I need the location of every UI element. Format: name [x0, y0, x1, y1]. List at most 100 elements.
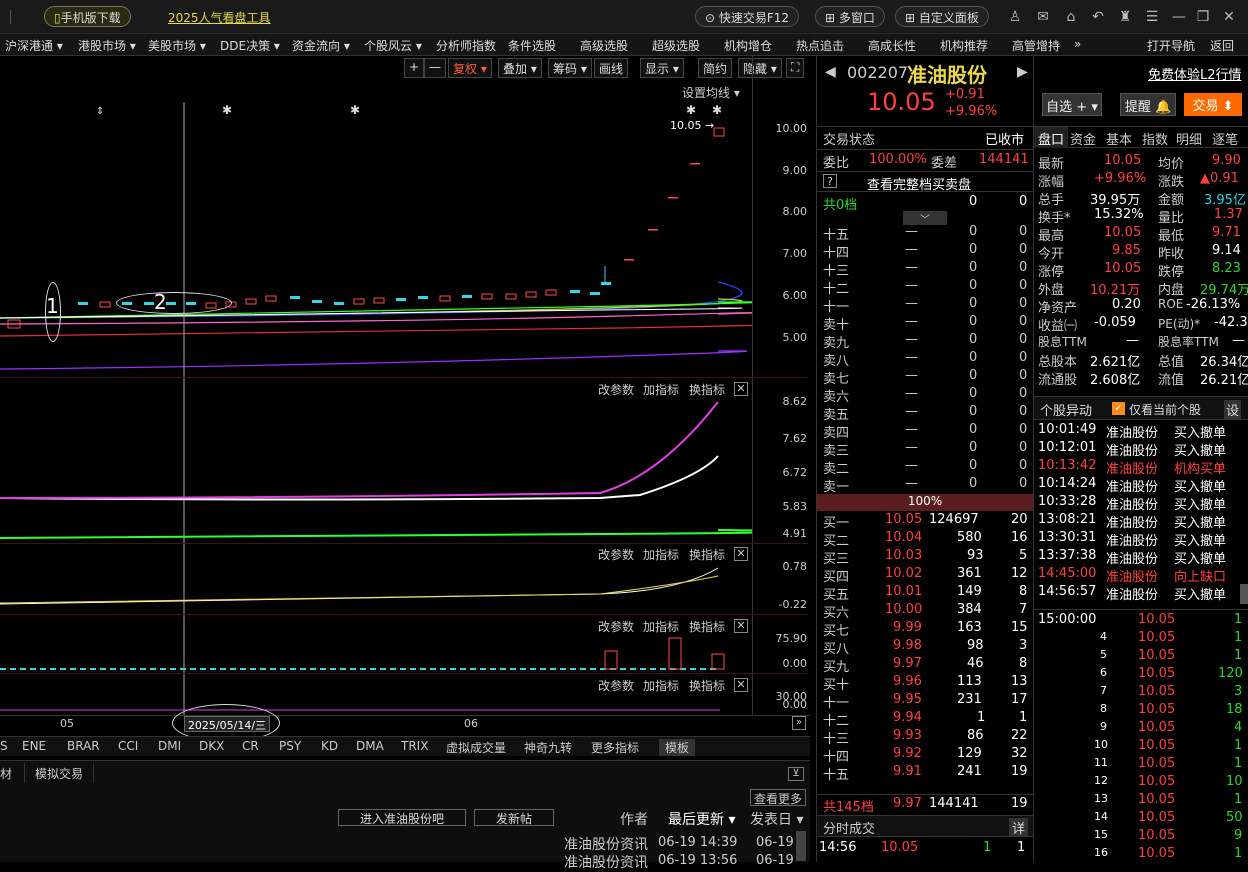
add-indicator-link[interactable]: 加指标 — [643, 677, 679, 694]
swap-indicator-link[interactable]: 换指标 — [689, 618, 725, 635]
abnormal-row[interactable]: 13:08:21 准油股份 买入撤单 — [1034, 512, 1248, 531]
abnormal-row[interactable]: 10:14:24 准油股份 买入撤单 — [1034, 476, 1248, 495]
bottom-tab[interactable]: 材 — [0, 765, 12, 782]
abnormal-row[interactable]: 10:12:01 准油股份 买入撤单 — [1034, 440, 1248, 459]
settings-button[interactable]: 设 — [1224, 400, 1242, 419]
close-panel-icon[interactable]: ✕ — [734, 678, 748, 692]
scrollbar[interactable] — [796, 831, 806, 861]
close-panel-icon[interactable]: ✕ — [734, 547, 748, 561]
tab-zhishu[interactable]: 指数 — [1142, 129, 1168, 148]
add-indicator-link[interactable]: 加指标 — [643, 546, 679, 563]
custom-panel-button[interactable]: ⊞ 自定义面板 — [895, 6, 989, 27]
expand-book-icon[interactable]: ﹀ — [903, 211, 947, 226]
swap-indicator-link[interactable]: 换指标 — [689, 381, 725, 398]
indicator-tab[interactable]: CCI — [118, 739, 138, 753]
abnormal-row[interactable]: 14:56:57 准油股份 买入撤单 — [1034, 584, 1248, 603]
menu-item[interactable]: 资金流向 ▾ — [292, 37, 350, 54]
indicator-tab[interactable]: DMI — [158, 739, 181, 753]
indicator-tab[interactable]: S — [0, 739, 8, 753]
menu-item[interactable]: 机构推荐 — [940, 37, 988, 54]
new-post-button[interactable]: 发新帖 — [474, 809, 554, 826]
tab-jiben[interactable]: 基本 — [1106, 129, 1132, 148]
full-book-link[interactable]: 查看完整档买卖盘 — [867, 174, 971, 193]
menu-item[interactable]: DDE决策 ▾ — [220, 37, 280, 54]
minimize-icon[interactable]: — — [1170, 8, 1188, 26]
help-icon[interactable]: ? — [823, 174, 837, 188]
close-panel-icon[interactable]: ✕ — [734, 619, 748, 633]
published-header[interactable]: 发表日 ▾ — [750, 809, 803, 829]
ad-link[interactable]: 2025人气看盘工具 — [168, 9, 271, 26]
indicator-tab[interactable]: 更多指标 — [591, 739, 639, 756]
menu-item[interactable]: 美股市场 ▾ — [148, 37, 206, 54]
skin-icon[interactable]: ♜ — [1116, 8, 1134, 26]
menu-icon[interactable]: ☰ — [1143, 8, 1161, 26]
user-icon[interactable]: ♙ — [1006, 8, 1024, 26]
sim-trade-tab[interactable]: 模拟交易 — [24, 763, 95, 783]
indicator-tab[interactable]: KD — [321, 739, 338, 753]
indicator-tab[interactable]: CR — [242, 739, 259, 753]
menu-item[interactable]: 高成长性 — [868, 37, 916, 54]
add-watchlist-button[interactable]: 自选 + ▾ — [1042, 93, 1102, 116]
scroll-right-icon[interactable]: » — [792, 716, 806, 730]
menu-item[interactable]: 热点追击 — [796, 37, 844, 54]
template-tab[interactable]: 模板 — [659, 739, 696, 756]
back-link[interactable]: 返回 — [1210, 37, 1234, 54]
indicator-tab[interactable]: PSY — [279, 739, 301, 753]
menu-item[interactable]: 超级选股 — [652, 37, 700, 54]
abnormal-row[interactable]: 10:33:28 准油股份 买入撤单 — [1034, 494, 1248, 513]
view-more-button[interactable]: 查看更多 — [750, 789, 807, 806]
free-l2-link[interactable]: 免费体验L2行情 — [1148, 64, 1242, 83]
full-book-row[interactable]: ? 查看完整档买卖盘 — [817, 171, 1033, 193]
restore-icon[interactable]: ❐ — [1194, 8, 1212, 26]
multi-window-button[interactable]: ⊞ 多窗口 — [815, 6, 885, 27]
collapse-icon[interactable]: ⊻ — [788, 767, 804, 781]
indicator-tab[interactable]: 神奇九转 — [524, 739, 572, 756]
add-indicator-link[interactable]: 加指标 — [643, 618, 679, 635]
menu-item[interactable]: 机构增仓 — [724, 37, 772, 54]
tab-mingxi[interactable]: 明细 — [1176, 129, 1202, 148]
menu-more[interactable]: » — [1074, 37, 1081, 51]
change-params-link[interactable]: 改参数 — [598, 677, 634, 694]
close-icon[interactable]: ✕ — [1220, 8, 1238, 26]
open-nav[interactable]: 打开导航 — [1147, 37, 1195, 54]
kline-chart-area[interactable]: + — 复权 ▾ 叠加 ▾ 筹码 ▾ 画线 显示 ▾ 简约 隐藏 ▾ ⛶ 设置均… — [0, 56, 810, 742]
alert-button[interactable]: 提醒 🔔 — [1120, 93, 1176, 116]
indicator-tab[interactable]: TRIX — [401, 739, 428, 753]
checkbox-checked-icon[interactable]: ✓ — [1112, 402, 1125, 415]
tab-zhubi[interactable]: 逐笔 — [1212, 129, 1238, 148]
tab-pankou[interactable]: 盘口 — [1034, 127, 1068, 148]
trade-button[interactable]: 交易 ⬍ — [1184, 93, 1242, 116]
change-params-link[interactable]: 改参数 — [598, 381, 634, 398]
detail-button[interactable]: 详 — [1009, 818, 1029, 837]
menu-item[interactable]: 条件选股 — [508, 37, 556, 54]
swap-indicator-link[interactable]: 换指标 — [689, 677, 725, 694]
change-params-link[interactable]: 改参数 — [598, 618, 634, 635]
abnormal-row[interactable]: 13:37:38 准油股份 买入撤单 — [1034, 548, 1248, 567]
swap-indicator-link[interactable]: 换指标 — [689, 546, 725, 563]
add-indicator-link[interactable]: 加指标 — [643, 381, 679, 398]
menu-item[interactable]: 港股市场 ▾ — [78, 37, 136, 54]
indicator-tab[interactable]: DMA — [356, 739, 384, 753]
abnormal-row[interactable]: 14:45:00 准油股份 向上缺口 — [1034, 566, 1248, 585]
abnormal-row[interactable]: 10:13:42 准油股份 机构买单 — [1034, 458, 1248, 477]
latest-update-header[interactable]: 最后更新 ▾ — [668, 809, 735, 829]
close-panel-icon[interactable]: ✕ — [734, 382, 748, 396]
mail-icon[interactable]: ✉ — [1034, 8, 1052, 26]
mobile-download-button[interactable]: ▯手机版下载 — [44, 6, 131, 27]
home-icon[interactable]: ⌂ — [1062, 8, 1080, 26]
only-current-label[interactable]: 仅看当前个股 — [1129, 401, 1201, 418]
menu-item[interactable]: 高管增持 — [1012, 37, 1060, 54]
news-title[interactable]: 准油股份资讯 — [564, 834, 648, 854]
indicator-tab[interactable]: 虚拟成交量 — [446, 739, 506, 756]
enter-bar-button[interactable]: 进入准油股份吧 — [338, 809, 466, 826]
menu-item[interactable]: 个股风云 ▾ — [364, 37, 422, 54]
news-title[interactable]: 准油股份资讯 — [564, 852, 648, 872]
indicator-tab[interactable]: BRAR — [67, 739, 100, 753]
indicator-tab[interactable]: DKX — [199, 739, 224, 753]
menu-item[interactable]: 高级选股 — [580, 37, 628, 54]
scrollbar[interactable] — [1240, 584, 1248, 604]
quick-trade-button[interactable]: ⊙ 快速交易F12 — [695, 6, 800, 27]
abnormal-row[interactable]: 13:30:31 准油股份 买入撤单 — [1034, 530, 1248, 549]
menu-item[interactable]: 分析师指数 — [436, 37, 496, 54]
change-params-link[interactable]: 改参数 — [598, 546, 634, 563]
